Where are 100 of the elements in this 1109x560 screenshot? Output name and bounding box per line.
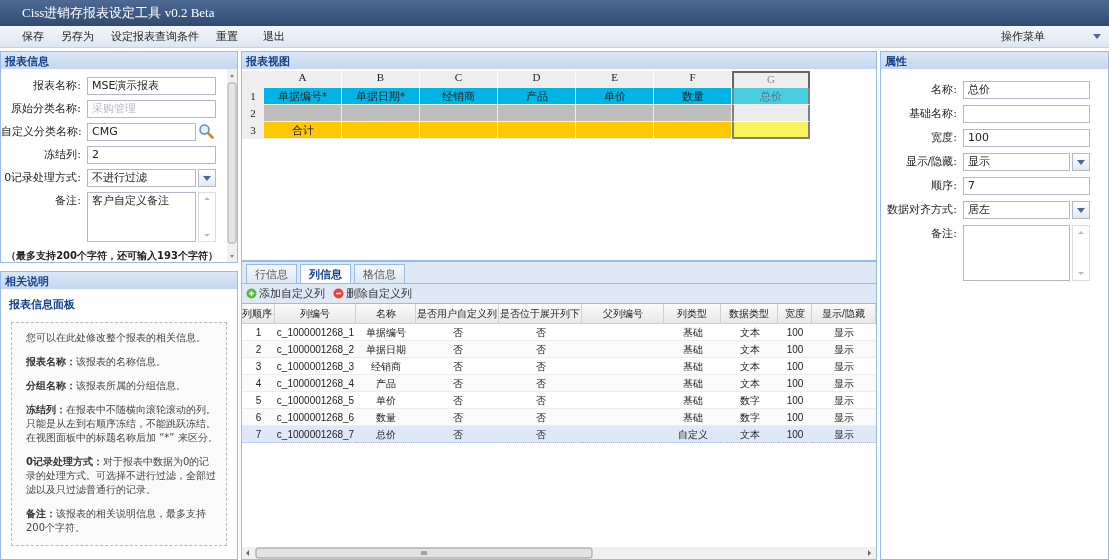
panel-title: 报表视图 [242,52,876,69]
table-cell: 文本 [721,358,778,375]
select-field[interactable]: 居左 [963,201,1070,219]
textarea-field[interactable] [963,225,1070,281]
menu-item[interactable]: 重置 [216,29,238,44]
remove-icon [333,288,344,299]
column-header[interactable]: B [342,71,420,88]
select-field[interactable]: 不进行过滤 [87,169,196,187]
dropdown-button[interactable] [1072,201,1090,219]
menu-item[interactable]: 另存为 [61,29,94,44]
search-icon[interactable] [198,123,214,139]
column-header[interactable]: 列顺序 [242,304,275,324]
field-label: 数据对齐方式: [886,202,957,218]
table-cell: c_1000001268_6 [275,409,356,426]
select-field[interactable]: 显示 [963,153,1070,171]
scrollbar[interactable] [227,69,237,262]
table-cell: 基础 [664,409,721,426]
field-label: 冻结列: [43,147,81,163]
tab[interactable]: 列信息 [300,264,351,283]
sheet-cell[interactable]: 单据日期* [342,88,420,105]
column-header[interactable]: C [420,71,498,88]
field-label: 备注: [54,193,81,209]
table-cell: 基础 [664,341,721,358]
sheet-cell[interactable] [732,105,810,122]
table-cell: 否 [416,375,499,392]
table-cell: 否 [499,341,582,358]
text-field[interactable]: 总价 [963,81,1090,99]
tab[interactable]: 行信息 [246,264,297,283]
help-paragraph: 冻结列：在报表中不随横向滚轮滚动的列。只能是从左到右顺序冻结，不能跳跃冻结。在视图面板中的标题名称后加 “*” 来区分。 [26,403,218,445]
column-header[interactable]: 列编号 [275,304,356,324]
sheet-cell[interactable]: 单据编号* [264,88,342,105]
text-field[interactable]: CMG [87,123,196,141]
field-label: 顺序: [930,178,957,194]
menu-item[interactable]: 设定报表查询条件 [111,29,199,44]
caret-icon [1093,34,1101,39]
scrollbar[interactable] [242,547,876,559]
add-column-button[interactable]: 添加自定义列 [246,286,325,301]
field-label: 原始分类名称: [10,101,81,117]
column-header[interactable]: 名称 [356,304,416,324]
panel-title: 报表信息 [1,52,237,69]
text-field[interactable]: 2 [87,146,216,164]
table-cell: 文本 [721,324,778,341]
table-cell: 单据日期 [356,341,416,358]
table-cell: 100 [778,375,812,392]
field-label: 0记录处理方式: [3,170,81,186]
help-paragraph: 备注：该报表的相关说明信息，最多支持200个字符。 [26,507,207,535]
caret-icon [1077,207,1085,213]
column-header[interactable]: A [264,71,342,88]
help-paragraph: 分组名称：该报表所属的分组信息。 [26,379,187,393]
table-cell: c_1000001268_4 [275,375,356,392]
table-cell: 基础 [664,358,721,375]
table-cell: 否 [499,426,582,443]
scrollbar[interactable] [1072,225,1090,281]
table-cell: 显示 [812,375,876,392]
table-cell: 自定义 [664,426,721,443]
field-label: 宽度: [930,130,957,146]
sheet-cell[interactable]: 单价 [576,88,654,105]
column-header[interactable]: 宽度 [778,304,812,324]
table-cell: 6 [242,409,275,426]
table-cell: 100 [778,426,812,443]
column-header[interactable]: 是否用户自定义列 [416,304,499,324]
text-field[interactable]: 7 [963,177,1090,195]
menu-item[interactable]: 操作菜单 [1001,29,1045,44]
sheet-cell[interactable]: 经销商 [420,88,498,105]
column-header[interactable]: 列类型 [664,304,721,324]
field-label: 基础名称: [908,106,957,122]
tab[interactable]: 格信息 [354,264,405,283]
table-cell: 文本 [721,341,778,358]
sheet-cell[interactable]: 数量 [654,88,732,105]
column-header[interactable]: 是否位于展开列下 [499,304,582,324]
table-cell: 经销商 [356,358,416,375]
menu-item[interactable]: 保存 [22,29,44,44]
text-field[interactable]: 100 [963,129,1090,147]
dropdown-button[interactable] [198,169,216,187]
text-field[interactable] [963,105,1090,123]
scrollbar[interactable] [198,192,216,242]
column-header[interactable]: E [576,71,654,88]
sheet-cell[interactable]: 产品 [498,88,576,105]
table-cell: 2 [242,341,275,358]
delete-column-button[interactable]: 删除自定义列 [333,286,412,301]
column-header[interactable]: 显示/隐藏 [812,304,876,324]
row-number: 2 [242,105,264,122]
table-cell: c_1000001268_2 [275,341,356,358]
textarea-field[interactable]: 客户自定义备注 [87,192,196,242]
field-label: 名称: [930,82,957,98]
menu-item[interactable]: 退出 [263,29,285,44]
sheet-cell[interactable] [732,122,810,139]
table-cell: 总价 [356,426,416,443]
help-subtitle: 报表信息面板 [8,297,76,313]
column-header[interactable]: 数据类型 [721,304,778,324]
table-cell: 基础 [664,324,721,341]
sheet-cell[interactable]: 合计 [264,122,342,139]
dropdown-button[interactable] [1072,153,1090,171]
table-cell: 基础 [664,375,721,392]
column-header[interactable]: F [654,71,732,88]
column-header[interactable]: D [498,71,576,88]
text-field[interactable]: MSE演示报表 [87,77,216,95]
add-icon [246,288,257,299]
column-header[interactable]: 父列编号 [582,304,664,324]
table-cell: 数量 [356,409,416,426]
